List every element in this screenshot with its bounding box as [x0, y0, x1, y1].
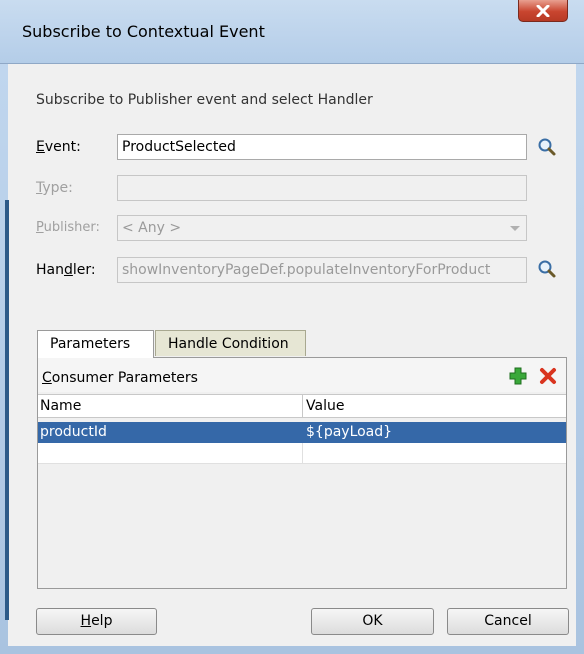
parameters-panel: Consumer Parameters Name Value productId… [37, 357, 567, 589]
column-divider [302, 443, 303, 464]
table-row-empty[interactable] [38, 443, 566, 464]
search-icon[interactable] [537, 137, 557, 157]
tab-handle-condition[interactable]: Handle Condition [155, 330, 306, 356]
handler-field: showInventoryPageDef.populateInventoryFo… [117, 257, 527, 283]
dialog-subtitle: Subscribe to Publisher event and select … [36, 92, 373, 108]
column-header-name[interactable]: Name [40, 398, 81, 414]
cell-name[interactable]: productId [40, 424, 107, 440]
column-header-value[interactable]: Value [306, 398, 344, 414]
tab-parameters[interactable]: Parameters [37, 330, 154, 358]
event-field[interactable]: ProductSelected [117, 134, 527, 160]
consumer-parameters-header: Consumer Parameters [38, 358, 566, 392]
column-divider [302, 395, 303, 417]
search-icon[interactable] [537, 259, 557, 279]
ok-button[interactable]: OK [311, 608, 434, 635]
publisher-label: Publisher: [36, 220, 100, 235]
event-label: Event: [36, 139, 81, 155]
consumer-parameters-title: Consumer Parameters [42, 370, 198, 386]
type-field [117, 175, 527, 201]
add-icon[interactable] [508, 366, 528, 386]
window-title: Subscribe to Contextual Event [22, 22, 265, 41]
close-icon [536, 4, 550, 17]
table-header: Name Value [38, 394, 566, 418]
window-frame-bottom [0, 646, 584, 654]
close-button[interactable] [518, 0, 568, 22]
handler-label: Handler: [36, 262, 96, 278]
cancel-button[interactable]: Cancel [447, 608, 569, 635]
table-row[interactable]: productId ${payLoad} [38, 422, 566, 443]
delete-icon[interactable] [538, 366, 558, 386]
type-label: Type: [36, 180, 73, 196]
cell-value[interactable]: ${payLoad} [306, 424, 392, 440]
help-button[interactable]: Help [36, 608, 157, 635]
publisher-select: < Any > [117, 215, 527, 241]
chevron-down-icon [510, 226, 520, 231]
window-frame-right [576, 64, 584, 654]
window-accent [5, 200, 9, 620]
consumer-parameters-table: Name Value productId ${payLoad} [38, 394, 566, 588]
title-bar: Subscribe to Contextual Event [0, 0, 584, 64]
